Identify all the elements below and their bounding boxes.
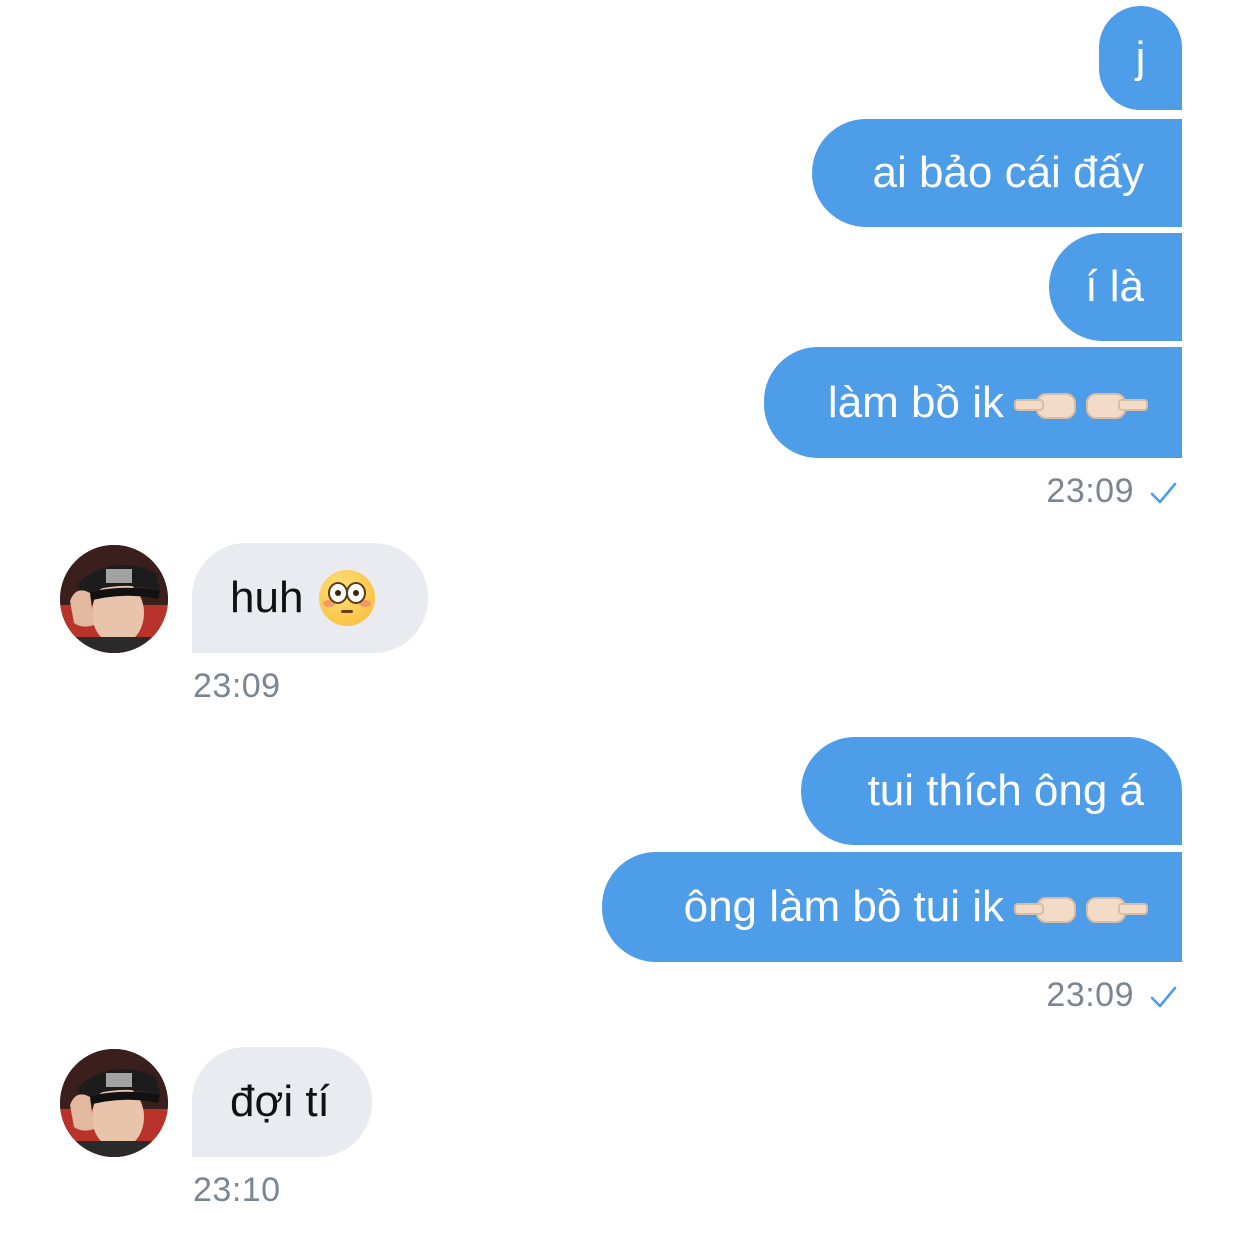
- point-left-icon: [1014, 387, 1078, 419]
- message-timestamp: 23:09: [193, 667, 281, 705]
- outgoing-message[interactable]: tui thích ông á: [801, 737, 1182, 845]
- pointing-hands-emoji: [1014, 891, 1148, 923]
- message-text: làm bồ ik: [827, 377, 1004, 427]
- message-timestamp: 23:10: [193, 1171, 281, 1209]
- point-right-icon: [1084, 891, 1148, 923]
- message-text: đợi tí: [230, 1077, 330, 1126]
- incoming-message[interactable]: đợi tí: [192, 1047, 372, 1157]
- message-timestamp: 23:09: [1046, 472, 1134, 510]
- avatar[interactable]: [60, 1049, 168, 1157]
- message-text: j: [1135, 33, 1146, 82]
- message-text: huh: [230, 573, 304, 622]
- avatar-photo: [60, 1049, 168, 1157]
- outgoing-message[interactable]: ông làm bồ tui ik: [602, 852, 1182, 962]
- outgoing-message[interactable]: ai bảo cái đấy: [812, 119, 1182, 227]
- flushed-face-emoji: [319, 570, 376, 626]
- message-timestamp: 23:09: [1046, 976, 1134, 1014]
- avatar-photo: [60, 545, 168, 653]
- avatar[interactable]: [60, 545, 168, 653]
- message-text: ai bảo cái đấy: [872, 148, 1144, 197]
- message-text: ông làm bồ tui ik: [683, 882, 1004, 931]
- message-text: í là: [1085, 262, 1144, 311]
- outgoing-message[interactable]: làm bồ ik: [764, 347, 1182, 458]
- single-check-icon: [1150, 482, 1177, 504]
- outgoing-message[interactable]: j: [1099, 6, 1182, 110]
- pointing-hands-emoji: [1014, 387, 1148, 419]
- message-text: tui thích ông á: [867, 766, 1144, 815]
- incoming-message[interactable]: huh: [192, 543, 428, 653]
- outgoing-message[interactable]: í là: [1049, 233, 1182, 341]
- point-right-icon: [1084, 387, 1148, 419]
- single-check-icon: [1150, 986, 1177, 1008]
- point-left-icon: [1014, 891, 1078, 923]
